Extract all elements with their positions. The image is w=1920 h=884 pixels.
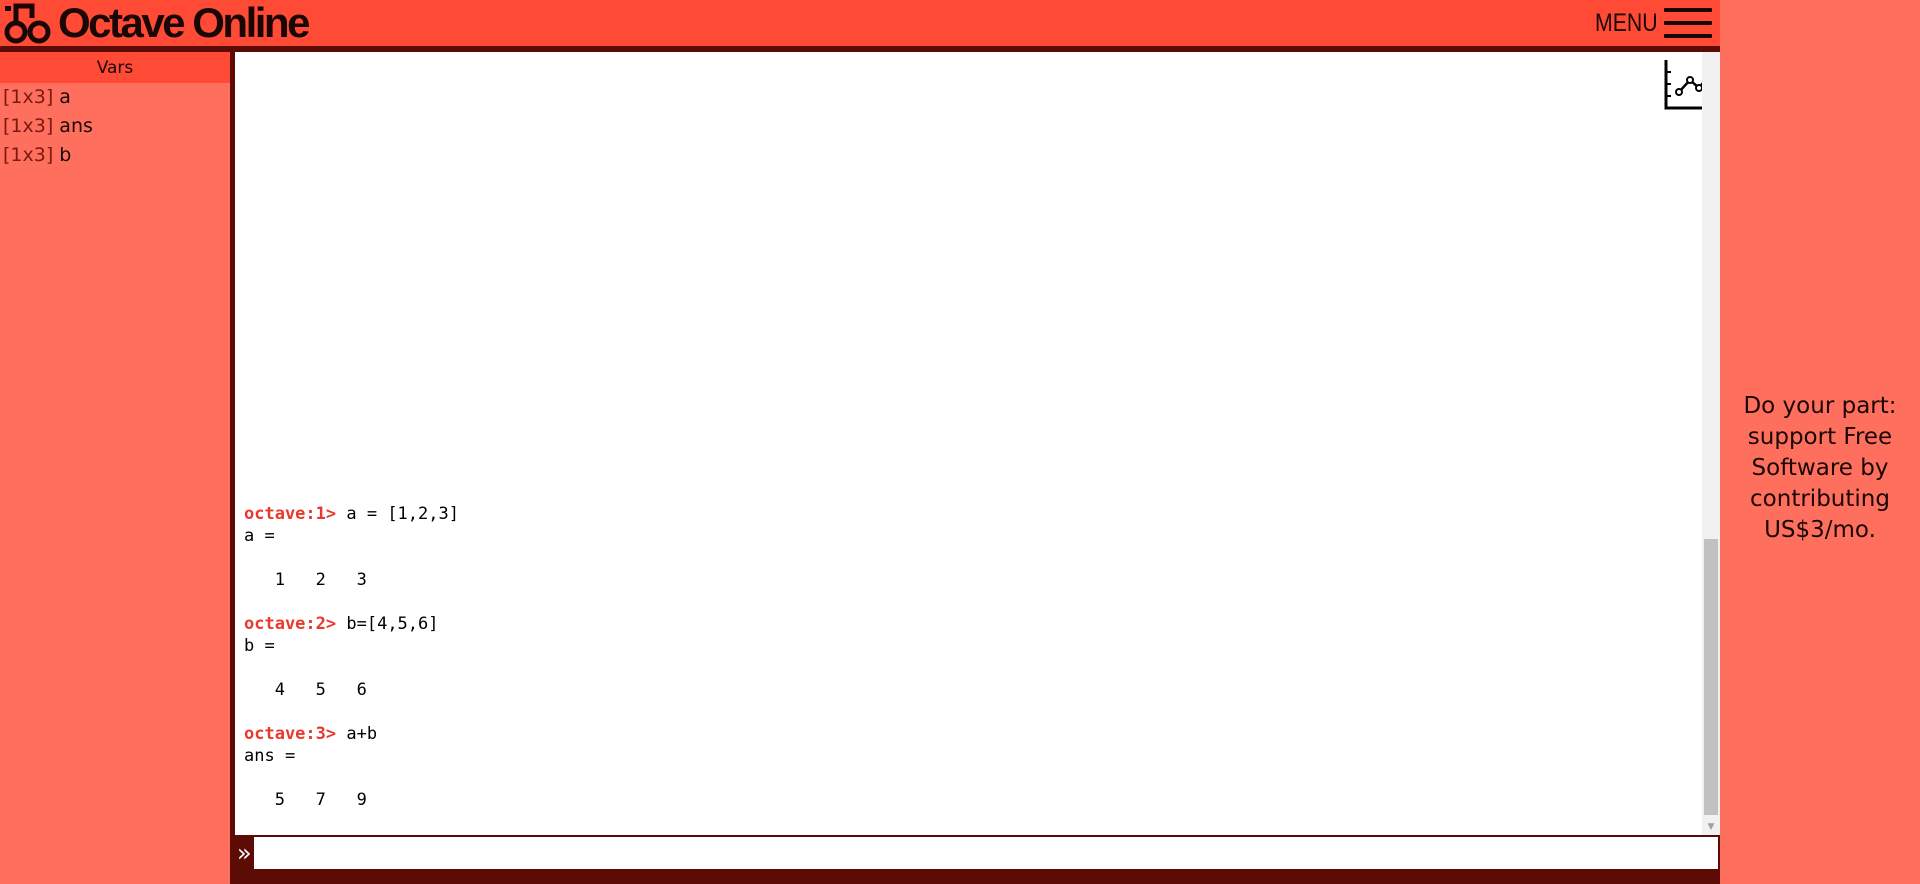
var-name: ans (59, 115, 93, 137)
bottom-strip (235, 871, 1720, 884)
console-result-name: b = (244, 636, 275, 656)
header-bar: Octave Online MENU (0, 0, 1720, 52)
scroll-down-arrow-icon[interactable]: ▼ (1702, 819, 1720, 835)
console-result-values: 5 7 9 (244, 790, 367, 810)
prompt-arrow-icon: » (237, 839, 252, 867)
console-result-name: a = (244, 526, 275, 546)
console-scrollbar[interactable]: ▼ (1702, 52, 1720, 835)
var-size: [1x3] (3, 144, 54, 166)
logo[interactable]: Octave Online (4, 0, 310, 46)
command-bar: » (235, 835, 1720, 871)
command-input[interactable] (252, 835, 1720, 871)
console-result-values: 1 2 3 (244, 570, 367, 590)
console-prompt: octave:2> (244, 614, 337, 634)
var-size: [1x3] (3, 115, 54, 137)
console-command: b=[4,5,6] (346, 614, 439, 634)
console-command: a = [1,2,3] (346, 504, 459, 524)
console-output-area[interactable]: octave:1> a = [1,2,3] a = 1 2 3 octave:2… (235, 52, 1720, 835)
console-log: octave:1> a = [1,2,3] a = 1 2 3 octave:2… (244, 503, 459, 811)
vars-title: Vars (0, 52, 230, 83)
console-command: a+b (346, 724, 378, 744)
promo-text[interactable]: Do your part: support Free Software by c… (1730, 391, 1910, 546)
scrollbar-thumb[interactable] (1704, 539, 1718, 815)
octave-logo-icon (4, 3, 51, 44)
hamburger-icon (1664, 8, 1712, 38)
menu-label: MENU (1595, 8, 1658, 37)
var-size: [1x3] (3, 86, 54, 108)
console-result-name: ans = (244, 746, 296, 766)
console-result-values: 4 5 6 (244, 680, 367, 700)
var-item-a[interactable]: [1x3] a (0, 83, 230, 112)
console-prompt: octave:3> (244, 724, 337, 744)
promo-panel: Do your part: support Free Software by c… (1720, 52, 1920, 884)
vars-panel: Vars [1x3] a [1x3] ans [1x3] b (0, 52, 230, 884)
menu-button[interactable]: MENU (1584, 0, 1712, 46)
var-item-ans[interactable]: [1x3] ans (0, 112, 230, 141)
logo-text: Octave Online (58, 0, 310, 46)
console-prompt: octave:1> (244, 504, 337, 524)
var-name: b (59, 144, 72, 166)
var-name: a (59, 86, 71, 108)
var-item-b[interactable]: [1x3] b (0, 141, 230, 170)
